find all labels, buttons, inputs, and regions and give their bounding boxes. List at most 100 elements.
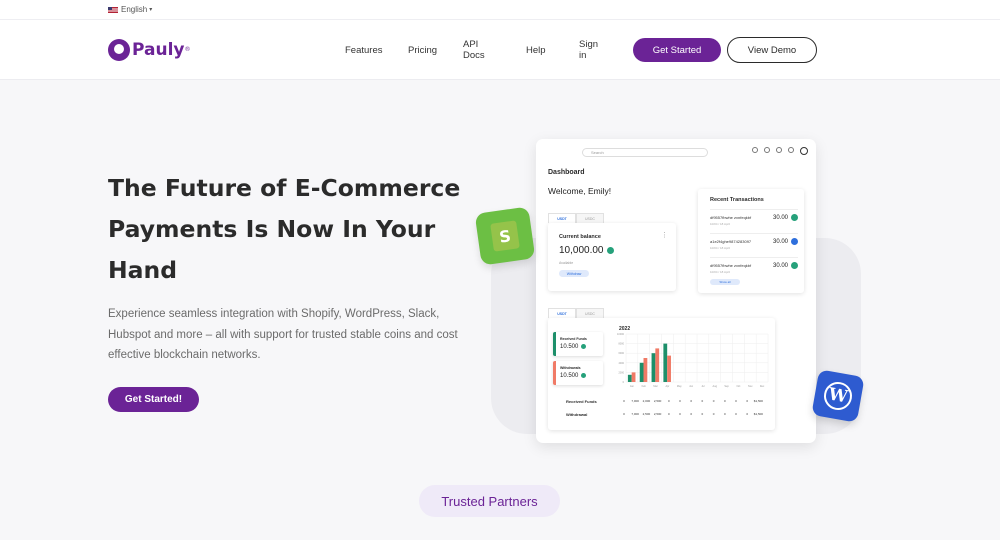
shopify-icon [490, 220, 520, 252]
sign-in-link[interactable]: Sign in [579, 39, 598, 61]
recent-transactions-card: Recent Transactions df9557fbwhe zxnfeqkb… [698, 189, 804, 293]
table-cell: 0 [679, 412, 681, 416]
settings-icon [788, 147, 794, 153]
withdrawals-title: Withdrawals [560, 366, 581, 370]
balance-card: Current balance ⋮ 10,000.00 Available Wi… [548, 223, 676, 291]
logo-registered-mark: ® [184, 46, 191, 53]
dashboard-search-input: Search [582, 148, 708, 157]
table-cell: 0 [723, 412, 726, 416]
nav-api-docs-link[interactable]: API Docs [463, 39, 485, 61]
table-cell: 0 [679, 399, 681, 403]
site-header: Pauly ® Features Pricing API Docs Help S… [0, 20, 1000, 80]
nav-pricing-link[interactable]: Pricing [408, 45, 437, 56]
language-selector[interactable]: English ▾ [0, 0, 1000, 20]
get-started-button[interactable]: Get Started [633, 38, 721, 62]
table-cell: 0 [712, 399, 715, 403]
transaction-amount: 30.00 [773, 262, 798, 269]
x-tick-label: Feb [642, 385, 647, 388]
chart-card: Received Funds 10.500 Withdrawals 10.500… [548, 318, 775, 430]
x-tick-label: Jul [701, 385, 705, 388]
x-tick-label: Oct [736, 385, 740, 388]
received-funds-card: Received Funds 10.500 [553, 332, 603, 356]
transaction-address: df9557fbwhe zxnfeqkbf [710, 263, 752, 268]
hero-description: Experience seamless integration with Sho… [108, 308, 458, 361]
x-tick-label: Mar [653, 385, 657, 388]
x-tick-label: Aug [713, 385, 718, 388]
nav-features-link[interactable]: Features [345, 45, 383, 56]
table-cell: $1,500 [753, 412, 763, 416]
bar-received [639, 362, 644, 382]
info-icon [764, 147, 770, 153]
received-value: 10.500 [560, 344, 587, 351]
x-tick-label: Sep [724, 385, 729, 388]
table-cell: 2,500 [653, 412, 662, 416]
x-tick-label: Jun [689, 385, 694, 388]
y-tick-label: 0 [623, 381, 625, 384]
tab-usdt: USDT [548, 308, 576, 318]
bar-withdrawals [631, 372, 636, 382]
nav-help-link[interactable]: Help [526, 45, 546, 56]
transaction-amount-value: 30.00 [772, 263, 788, 270]
recent-transactions-title: Recent Transactions [710, 197, 764, 203]
balance-amount-value: 10,000.00 [559, 245, 604, 256]
bar-received [627, 374, 632, 382]
transaction-amount-value: 30.00 [772, 215, 788, 222]
table-cell: 0 [667, 399, 670, 403]
table-cell: 7,000 [631, 399, 639, 403]
transaction-amount: 30.00 [773, 214, 798, 221]
table-cell: 0 [690, 412, 693, 416]
chevron-down-icon: ▾ [149, 7, 153, 13]
dashboard-toolbar-icons [752, 147, 808, 155]
withdrawal-table-row: Withdrawal 0 7,000 2,500 2,500 0 0 0 0 0 0 0 0 $1,50… [548, 412, 775, 422]
table-cell: 0 [723, 399, 726, 403]
withdrawals-value-text: 10.500 [560, 373, 579, 380]
tab-usdc: USDC [576, 308, 604, 318]
bar-withdrawals [643, 358, 648, 382]
table-cell: 0 [701, 399, 704, 403]
withdrawals-card: Withdrawals 10.500 [553, 361, 603, 385]
table-cell: 0 [690, 399, 693, 403]
withdrawals-value: 10.500 [560, 373, 587, 380]
transaction-row: df9557fbwhe zxnfeqkbf 10/04 / 18 April 3… [710, 257, 798, 275]
bar-withdrawals [655, 348, 660, 382]
usdt-icon [791, 214, 798, 221]
y-tick-label: 4000 [618, 362, 624, 365]
refresh-icon [776, 147, 782, 153]
transaction-amount-value: 30.00 [772, 239, 788, 246]
table-cell: 2,500 [653, 399, 662, 403]
x-tick-label: Apr [665, 385, 669, 388]
hero-title-line: The Future of E-Commerce [108, 174, 461, 202]
usdt-icon [581, 344, 587, 349]
x-tick-label: Jan [630, 385, 635, 388]
view-demo-button[interactable]: View Demo [727, 37, 817, 63]
table-cell: 0 [735, 412, 737, 416]
received-value-text: 10.500 [560, 344, 579, 351]
table-cell: 0 [623, 399, 625, 403]
table-cell: 0 [746, 399, 749, 403]
language-label: English [121, 5, 148, 14]
received-table-label: Received Funds [566, 399, 597, 404]
transaction-row: df9557fbwhe zxnfeqkbf 10/04 / 18 April 3… [710, 209, 798, 227]
hero-get-started-button[interactable]: Get Started! [108, 387, 199, 412]
received-accent [553, 332, 556, 356]
usdt-icon [791, 262, 798, 269]
table-cell: 2,500 [642, 412, 651, 416]
wordpress-badge: W [811, 369, 865, 423]
balance-tabs: USDT USDC [548, 213, 604, 223]
hero-title-line: Hand [108, 256, 178, 284]
transaction-row: a1e2f4ghe9874283097 10/04 / 18 April 30.… [710, 233, 798, 251]
dashboard-welcome: Welcome, Emily! [548, 186, 612, 196]
pauly-logo[interactable]: Pauly ® [108, 38, 191, 61]
table-cell: 0 [735, 399, 737, 403]
balance-amount: 10,000.00 [559, 245, 614, 256]
received-title: Received Funds [560, 337, 587, 341]
chart-tabs: USDT USDC [548, 308, 604, 318]
usdc-icon [791, 238, 798, 245]
tab-usdt: USDT [548, 213, 576, 223]
user-icon [800, 147, 808, 155]
wordpress-icon: W [821, 379, 855, 413]
y-tick-label: 2000 [618, 371, 624, 374]
bar-chart: 10000 8000 6000 4000 2000 0 Jan Feb Mar Apr May Jun… [617, 333, 769, 388]
show-all-chip: Show all [710, 279, 740, 285]
hero-title-line: Payments Is Now In Your [108, 215, 436, 243]
